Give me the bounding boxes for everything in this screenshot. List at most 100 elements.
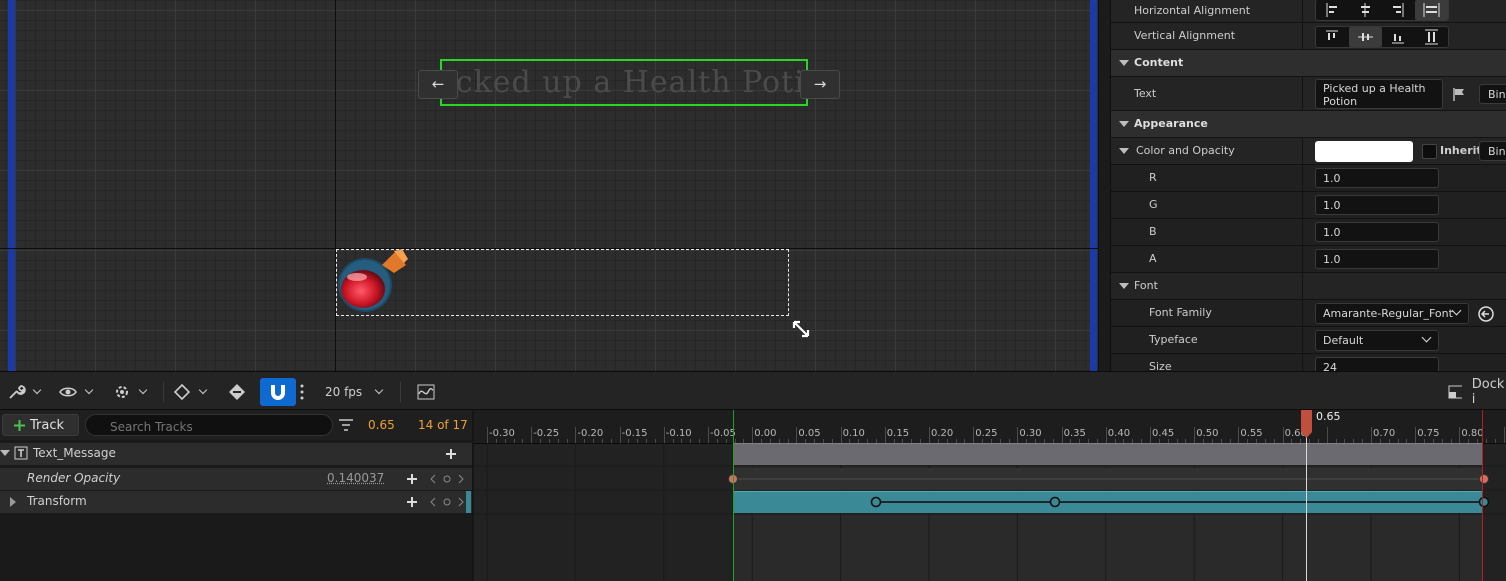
- text-message-widget[interactable]: Picked up a Health Potion: [440, 59, 808, 106]
- ruler-tick-label: -0.10: [666, 428, 692, 439]
- add-key-icon[interactable]: [407, 497, 417, 507]
- add-key-icon[interactable]: [407, 474, 417, 484]
- ruler-tick: [885, 427, 886, 443]
- track-text-message[interactable]: Text_Message: [0, 443, 472, 465]
- ruler-minor-tick: [593, 439, 594, 443]
- a-input[interactable]: 1.0: [1315, 249, 1439, 269]
- category-content[interactable]: Content: [1111, 50, 1506, 77]
- ruler-minor-tick: [637, 439, 638, 443]
- valign-center-icon[interactable]: [1349, 27, 1382, 47]
- search-tracks-input[interactable]: [85, 414, 333, 436]
- text-message-section[interactable]: [733, 443, 1482, 465]
- filter-icon[interactable]: [338, 417, 354, 433]
- font-family-dropdown[interactable]: Amarante-Regular_Font: [1315, 303, 1469, 324]
- ruler-tick-label: 0.75: [1417, 428, 1439, 439]
- text-value-input[interactable]: Picked up a Health Potion: [1315, 79, 1443, 109]
- collapse-triangle-icon[interactable]: [0, 450, 10, 456]
- keyframe-end[interactable]: [1480, 475, 1489, 484]
- playback-options-button[interactable]: [112, 380, 146, 404]
- color-swatch[interactable]: [1315, 141, 1413, 162]
- playback-end-marker[interactable]: [1482, 410, 1483, 581]
- ruler-minor-tick: [726, 439, 727, 443]
- collapse-triangle-icon[interactable]: [1119, 60, 1129, 66]
- g-input[interactable]: 1.0: [1315, 195, 1439, 215]
- expand-triangle-icon[interactable]: [1119, 283, 1129, 289]
- track-transform[interactable]: Transform: [0, 491, 472, 513]
- ruler-minor-tick: [1486, 439, 1487, 443]
- ruler-tick-label: 0.15: [887, 428, 909, 439]
- render-opacity-value[interactable]: 0.140037: [327, 471, 384, 485]
- ruler-tick: [487, 427, 488, 443]
- g-label: G: [1149, 198, 1158, 211]
- browse-to-asset-icon[interactable]: [1477, 305, 1495, 323]
- expand-triangle-icon[interactable]: [1119, 148, 1129, 154]
- ruler-minor-tick: [549, 439, 550, 443]
- ruler-tick-label: 0.10: [843, 428, 865, 439]
- inherit-checkbox[interactable]: [1422, 144, 1437, 159]
- auto-key-button[interactable]: [226, 380, 248, 404]
- track-name: Render Opacity: [27, 471, 120, 485]
- row-r: R 1.0: [1111, 165, 1506, 192]
- key-options-button[interactable]: [172, 380, 206, 404]
- localization-flag-icon[interactable]: [1451, 86, 1467, 102]
- keyframe[interactable]: [1480, 498, 1489, 507]
- typeface-dropdown[interactable]: Default: [1315, 330, 1439, 351]
- snap-options-button[interactable]: [299, 380, 305, 404]
- move-left-button[interactable]: ←: [418, 70, 458, 99]
- b-input[interactable]: 1.0: [1315, 222, 1439, 242]
- ruler-tick: [664, 427, 665, 443]
- resize-icon[interactable]: [790, 318, 812, 340]
- ruler-tick: [1371, 427, 1372, 443]
- add-track-button[interactable]: Track: [2, 414, 79, 436]
- expand-triangle-icon[interactable]: [10, 497, 16, 507]
- r-input[interactable]: 1.0: [1315, 168, 1439, 188]
- valign-fill-icon[interactable]: [1415, 27, 1448, 47]
- playback-start-marker[interactable]: [733, 410, 734, 581]
- frame-counter: 14 of 17: [418, 418, 468, 432]
- row-color-opacity: Color and Opacity Inherit Bin: [1111, 138, 1506, 165]
- row-b: B 1.0: [1111, 219, 1506, 246]
- view-options-button[interactable]: [58, 380, 92, 404]
- time-ruler[interactable]: -0.30 -0.25 -0.20 -0.15 -0.10 -0.05 0.00 0.05 0.…: [474, 410, 1506, 444]
- fps-dropdown[interactable]: 20 fps: [325, 380, 382, 404]
- track-name: Transform: [27, 494, 87, 508]
- color-bind-button[interactable]: Bin: [1479, 141, 1506, 161]
- text-bind-button[interactable]: Bin: [1479, 84, 1506, 104]
- keyframe[interactable]: [1051, 498, 1060, 507]
- dock-button[interactable]: Dock i: [1448, 380, 1506, 404]
- canvas-safe-zone-left: [8, 0, 15, 371]
- snap-toggle-button[interactable]: [260, 378, 296, 406]
- keyframe-navigation-icon[interactable]: [430, 474, 464, 484]
- ruler-minor-tick: [699, 439, 700, 443]
- category-appearance[interactable]: Appearance: [1111, 111, 1506, 138]
- canvas-scrollbar[interactable]: [1098, 0, 1110, 371]
- keyframe-navigation-icon[interactable]: [430, 497, 464, 507]
- size-input[interactable]: 24: [1315, 357, 1439, 371]
- chevron-down-icon: [1452, 306, 1462, 316]
- current-time-readout[interactable]: 0.65: [368, 418, 395, 432]
- valign-bottom-icon[interactable]: [1382, 27, 1415, 47]
- align-right-icon[interactable]: [1382, 0, 1415, 20]
- timeline-area[interactable]: -0.30 -0.25 -0.20 -0.15 -0.10 -0.05 0.00 0.05 0.…: [474, 410, 1506, 581]
- move-right-button[interactable]: →: [800, 70, 840, 99]
- collapse-triangle-icon[interactable]: [1119, 121, 1129, 127]
- add-subtrack-icon[interactable]: [446, 449, 456, 459]
- align-center-icon[interactable]: [1349, 0, 1382, 20]
- sequencer-toolbar: 20 fps Dock i: [0, 371, 1506, 410]
- align-fill-icon[interactable]: [1415, 0, 1448, 20]
- ruler-tick: [841, 427, 842, 443]
- ruler-minor-tick: [717, 439, 718, 443]
- track-render-opacity[interactable]: Render Opacity 0.140037: [0, 468, 472, 490]
- font-family-label: Font Family: [1149, 306, 1212, 319]
- align-left-icon[interactable]: [1316, 0, 1349, 20]
- canvas-safe-zone-right: [1090, 0, 1097, 371]
- tools-menu-button[interactable]: [6, 380, 40, 404]
- playhead-handle[interactable]: [1300, 410, 1313, 438]
- vertical-alignment-group: [1315, 26, 1449, 48]
- valign-top-icon[interactable]: [1316, 27, 1349, 47]
- auto-key-icon: [226, 382, 248, 402]
- curve-editor-button[interactable]: [416, 380, 436, 404]
- ruler-tick-label: 0.80: [1461, 428, 1483, 439]
- designer-canvas[interactable]: Picked up a Health Potion ← →: [0, 0, 1110, 371]
- keyframe[interactable]: [872, 498, 881, 507]
